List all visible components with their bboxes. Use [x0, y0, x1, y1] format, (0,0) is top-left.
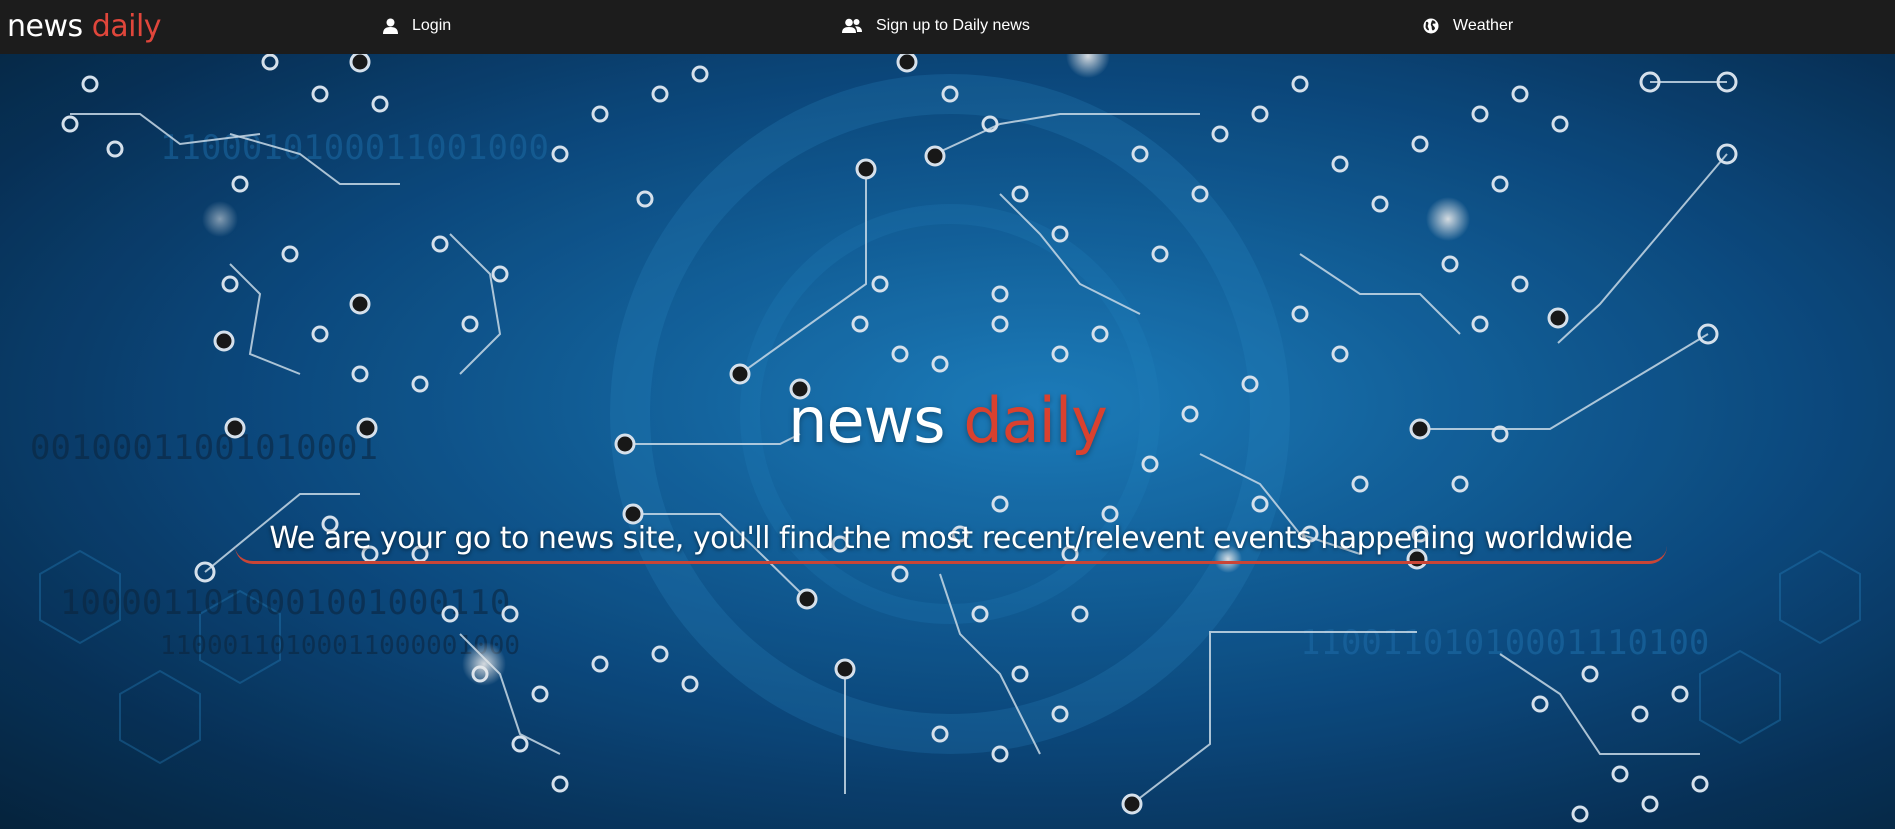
brand-logo[interactable]: news daily [7, 8, 162, 46]
hero-title-daily: daily [963, 384, 1107, 457]
users-icon [842, 18, 862, 33]
hero-title-news: news [788, 384, 945, 457]
brand-word-news: news [7, 9, 83, 44]
nav-weather-link[interactable]: Weather [1423, 14, 1513, 38]
hero-title: news daily [0, 384, 1895, 458]
nav-login-link[interactable]: Login [383, 14, 451, 38]
globe-icon [1423, 18, 1439, 34]
nav-signup-link[interactable]: Sign up to Daily news [842, 14, 1030, 38]
nav-signup-label: Sign up to Daily news [876, 17, 1030, 34]
hero-banner: 1100010100011001000 00100011001010001 10… [0, 54, 1895, 829]
top-navbar: news daily Login Sign up to Daily news W… [0, 0, 1895, 54]
nav-weather-label: Weather [1453, 17, 1514, 34]
hero-tagline: We are your go to news site, you'll find… [235, 517, 1667, 564]
nav-login-label: Login [412, 17, 452, 34]
user-icon [383, 18, 398, 34]
brand-word-daily: daily [91, 9, 162, 44]
